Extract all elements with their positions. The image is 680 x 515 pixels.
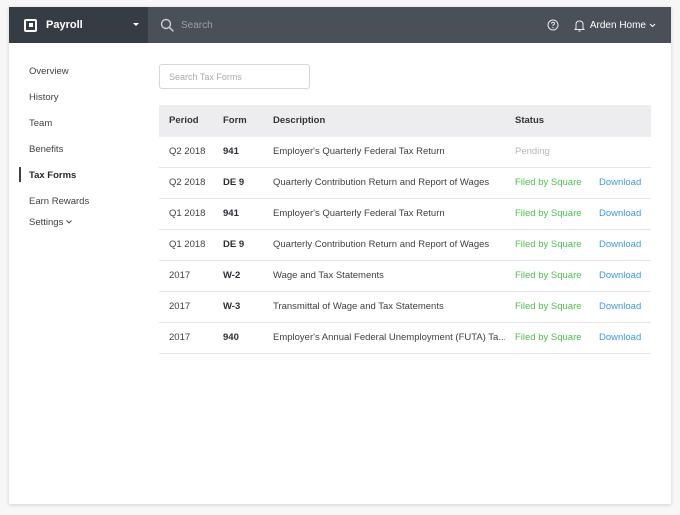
description-cell: Employer's Quarterly Federal Tax Return bbox=[273, 146, 445, 157]
top-nav-bar: Payroll Search Arden Home bbox=[9, 7, 671, 43]
status-badge: Filed by Square bbox=[515, 208, 582, 219]
sidebar-item-history[interactable]: History bbox=[29, 92, 59, 103]
active-nav-indicator bbox=[19, 167, 21, 182]
sidebar-item-tax-forms[interactable]: Tax Forms bbox=[29, 170, 76, 181]
status-badge: Filed by Square bbox=[515, 177, 582, 188]
help-circle-icon[interactable] bbox=[547, 19, 559, 31]
form-cell: 941 bbox=[223, 208, 239, 219]
app-switcher[interactable]: Payroll bbox=[9, 7, 148, 43]
description-cell: Transmittal of Wage and Tax Statements bbox=[273, 301, 444, 312]
period-cell: 2017 bbox=[169, 270, 191, 281]
column-header-description: Description bbox=[273, 115, 326, 126]
table-row: Q2 2018 941 Employer's Quarterly Federal… bbox=[159, 137, 651, 168]
status-badge: Filed by Square bbox=[515, 270, 582, 281]
chevron-down-icon[interactable] bbox=[649, 23, 656, 28]
table-row: Q1 2018 DE 9 Quarterly Contribution Retu… bbox=[159, 230, 651, 261]
app-window: Payroll Search Arden Home Overview Histo… bbox=[9, 7, 671, 504]
status-badge: Filed by Square bbox=[515, 239, 582, 250]
table-row: 2017 W-2 Wage and Tax Statements Filed b… bbox=[159, 261, 651, 292]
table-row: Q1 2018 941 Employer's Quarterly Federal… bbox=[159, 199, 651, 230]
description-cell: Wage and Tax Statements bbox=[273, 270, 384, 281]
period-cell: Q1 2018 bbox=[169, 239, 206, 250]
square-logo-icon bbox=[24, 18, 37, 32]
download-link[interactable]: Download bbox=[599, 168, 641, 198]
status-badge: Pending bbox=[515, 146, 550, 157]
account-menu[interactable]: Arden Home bbox=[590, 20, 646, 31]
form-cell: 941 bbox=[223, 146, 239, 157]
description-cell: Employer's Annual Federal Unemployment (… bbox=[273, 332, 505, 343]
global-search-input[interactable]: Search bbox=[181, 20, 213, 31]
description-cell: Quarterly Contribution Return and Report… bbox=[273, 239, 490, 250]
column-header-period: Period bbox=[169, 115, 199, 126]
sidebar-item-benefits[interactable]: Benefits bbox=[29, 144, 63, 155]
download-link[interactable]: Download bbox=[599, 261, 641, 291]
sidebar-item-settings-label: Settings bbox=[29, 217, 64, 228]
form-cell: DE 9 bbox=[223, 239, 245, 250]
period-cell: Q2 2018 bbox=[169, 177, 206, 188]
period-cell: Q1 2018 bbox=[169, 208, 206, 219]
global-search[interactable]: Search bbox=[148, 7, 547, 43]
download-link[interactable]: Download bbox=[599, 292, 641, 322]
table-row: 2017 940 Employer's Annual Federal Unemp… bbox=[159, 323, 651, 354]
tax-forms-table: Period Form Description Status Q2 2018 9… bbox=[159, 105, 651, 354]
period-cell: Q2 2018 bbox=[169, 146, 206, 157]
sidebar-item-settings[interactable]: Settings bbox=[29, 217, 73, 228]
period-cell: 2017 bbox=[169, 332, 191, 343]
user-area: Arden Home bbox=[547, 7, 671, 43]
download-link[interactable]: Download bbox=[599, 199, 641, 229]
caret-down-icon[interactable] bbox=[133, 23, 139, 26]
description-cell: Quarterly Contribution Return and Report… bbox=[273, 177, 490, 188]
form-cell: 940 bbox=[223, 332, 239, 343]
table-row: 2017 W-3 Transmittal of Wage and Tax Sta… bbox=[159, 292, 651, 323]
column-header-form: Form bbox=[223, 115, 247, 126]
tax-forms-search-input[interactable] bbox=[159, 64, 310, 89]
download-link[interactable]: Download bbox=[599, 230, 641, 260]
table-body: Q2 2018 941 Employer's Quarterly Federal… bbox=[159, 137, 651, 354]
table-row: Q2 2018 DE 9 Quarterly Contribution Retu… bbox=[159, 168, 651, 199]
form-cell: DE 9 bbox=[223, 177, 245, 188]
form-cell: W-3 bbox=[223, 301, 241, 312]
search-icon bbox=[160, 18, 174, 32]
table-header-row: Period Form Description Status bbox=[159, 105, 651, 137]
sidebar-item-team[interactable]: Team bbox=[29, 118, 52, 129]
status-badge: Filed by Square bbox=[515, 301, 582, 312]
period-cell: 2017 bbox=[169, 301, 191, 312]
column-header-status: Status bbox=[515, 115, 545, 126]
status-badge: Filed by Square bbox=[515, 332, 582, 343]
chevron-down-icon bbox=[66, 220, 73, 225]
app-name: Payroll bbox=[46, 19, 83, 31]
sidebar-item-earn-rewards[interactable]: Earn Rewards bbox=[29, 196, 89, 207]
sidebar-item-overview[interactable]: Overview bbox=[29, 66, 69, 77]
download-link[interactable]: Download bbox=[599, 323, 641, 353]
form-cell: W-2 bbox=[223, 270, 241, 281]
bell-icon[interactable] bbox=[573, 19, 586, 32]
description-cell: Employer's Quarterly Federal Tax Return bbox=[273, 208, 445, 219]
